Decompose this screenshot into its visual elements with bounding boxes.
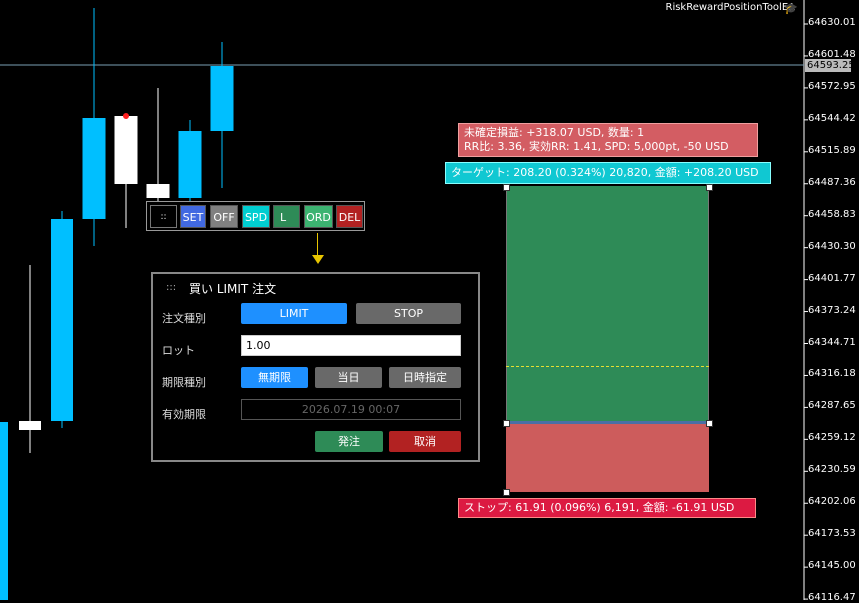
price-axis-label: 64572.95	[808, 80, 856, 92]
candle-body	[51, 219, 73, 421]
candle-body	[178, 131, 202, 198]
pnl-info-line1: 未確定損益: +318.07 USD, 数量: 1	[464, 126, 645, 139]
entry-line[interactable]	[506, 421, 709, 424]
candle-body	[146, 184, 170, 198]
candle-body	[0, 422, 8, 600]
pnl-info-box: 未確定損益: +318.07 USD, 数量: 1 RR比: 3.36, 実効R…	[458, 123, 758, 157]
lot-input[interactable]: 1.00	[241, 335, 461, 356]
spd-button[interactable]: SPD	[242, 205, 270, 228]
tool-toolbar: :: SET OFF SPD L ORD DEL	[146, 201, 365, 231]
stop-left-handle[interactable]	[503, 489, 510, 496]
limit-button[interactable]: LIMIT	[241, 303, 347, 324]
price-axis-label: 64544.42	[808, 112, 856, 124]
pointer-line	[317, 233, 318, 255]
target-left-handle[interactable]	[503, 184, 510, 191]
cancel-button[interactable]: 取消	[389, 431, 461, 452]
ea-name-label: RiskRewardPositionToolEA	[665, 2, 796, 13]
dialog-title: 買い LIMIT 注文	[189, 282, 277, 296]
target-right-handle[interactable]	[706, 184, 713, 191]
price-axis-label: 64116.47	[808, 592, 856, 603]
expiry-date-field[interactable]: 2026.07.19 00:07	[241, 399, 461, 420]
price-axis-label: 64515.89	[808, 144, 856, 156]
price-axis-label: 64145.00	[808, 560, 856, 572]
off-button[interactable]: OFF	[210, 205, 238, 228]
price-axis-label: 64344.71	[808, 336, 856, 348]
price-axis-label: 64316.18	[808, 368, 856, 380]
stop-label: ストップ: 61.91 (0.096%) 6,191, 金額: -61.91 U…	[458, 498, 756, 518]
candle-body	[210, 66, 234, 131]
expiry-label: 有効期限	[162, 408, 206, 421]
pnl-info-line2: RR比: 3.36, 実効RR: 1.41, SPD: 5,000pt, -50…	[464, 140, 729, 153]
entry-right-handle[interactable]	[706, 420, 713, 427]
entry-left-handle[interactable]	[503, 420, 510, 427]
today-button[interactable]: 当日	[315, 367, 382, 388]
dialog-grip[interactable]: :::	[166, 282, 176, 293]
candle-body	[114, 116, 138, 184]
expiry-type-label: 期限種別	[162, 376, 206, 389]
set-button[interactable]: SET	[180, 205, 206, 228]
order-type-label: 注文種別	[162, 312, 206, 325]
price-axis-label: 64373.24	[808, 304, 856, 316]
send-order-button[interactable]: 発注	[315, 431, 383, 452]
order-dialog: ::: 買い LIMIT 注文 注文種別 LIMIT STOP ロット 1.00…	[151, 272, 480, 462]
lot-label: ロット	[162, 344, 195, 357]
l-button[interactable]: L	[273, 205, 300, 228]
price-axis-label: 64287.65	[808, 400, 856, 412]
candle-body	[19, 421, 41, 430]
target-label: ターゲット: 208.20 (0.324%) 20,820, 金額: +208.…	[445, 162, 771, 184]
price-axis-label: 64230.59	[808, 464, 856, 476]
price-axis-label: 64630.01	[808, 17, 856, 28]
candle-body	[82, 118, 106, 219]
toolbar-grip[interactable]: ::	[150, 205, 177, 228]
price-axis-label: 64202.06	[808, 496, 856, 508]
price-axis-label: 64401.77	[808, 272, 856, 284]
loss-zone[interactable]	[506, 423, 709, 492]
stop-button[interactable]: STOP	[356, 303, 461, 324]
ord-button[interactable]: ORD	[304, 205, 333, 228]
graduation-cap-icon: 🎓	[784, 2, 798, 15]
signal-dot	[123, 113, 129, 119]
price-axis-label: 64259.12	[808, 432, 856, 444]
price-axis-label: 64458.83	[808, 208, 856, 220]
price-axis-label: 64173.53	[808, 528, 856, 540]
breakeven-dashed-line	[506, 366, 709, 367]
datetime-button[interactable]: 日時指定	[389, 367, 461, 388]
profit-zone[interactable]	[506, 186, 709, 423]
price-axis-label: 64487.36	[808, 176, 856, 188]
price-axis-label: 64430.30	[808, 240, 856, 252]
no-expiry-button[interactable]: 無期限	[241, 367, 308, 388]
down-arrow-icon	[312, 255, 324, 264]
del-button[interactable]: DEL	[336, 205, 363, 228]
current-price-badge: 64593.25	[805, 59, 855, 72]
